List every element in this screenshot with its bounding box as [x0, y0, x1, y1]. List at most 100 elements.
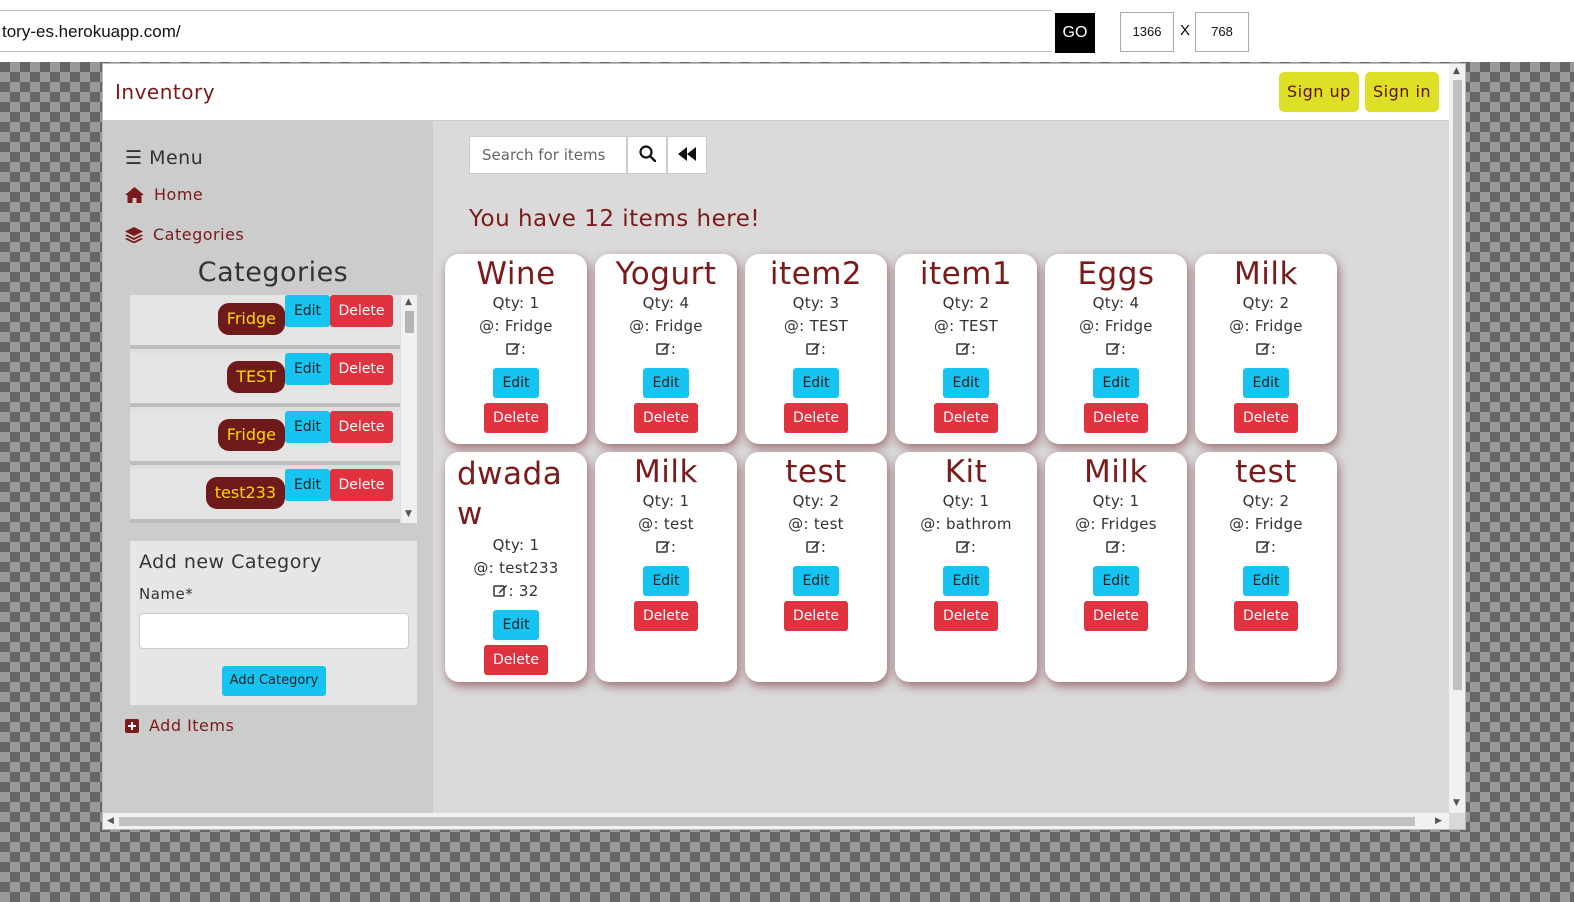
signin-button[interactable]: Sign in: [1365, 72, 1440, 112]
scroll-up-icon[interactable]: ▲: [405, 297, 412, 307]
edit-category-button[interactable]: Edit: [285, 469, 330, 501]
category-badge[interactable]: TEST: [227, 361, 285, 393]
page-horizontal-scrollbar[interactable]: ◀ ▶: [103, 813, 1449, 829]
scroll-down-icon[interactable]: ▼: [1453, 798, 1460, 808]
item-note: :: [1270, 340, 1277, 358]
delete-item-button[interactable]: Delete: [934, 601, 998, 631]
sidebar-item-add-items[interactable]: Add Items: [125, 716, 234, 735]
category-name-input[interactable]: [139, 613, 409, 649]
at-icon: @: [473, 559, 489, 577]
delete-category-button[interactable]: Delete: [330, 353, 393, 385]
item-location-line: @: test: [745, 513, 887, 536]
scroll-right-icon[interactable]: ▶: [1435, 816, 1442, 826]
delete-item-button[interactable]: Delete: [634, 601, 698, 631]
item-qty: Qty: 4: [642, 294, 690, 312]
edit-note-icon: [956, 538, 971, 556]
sidebar-item-home[interactable]: Home: [125, 185, 203, 204]
go-button[interactable]: GO: [1055, 13, 1095, 53]
item-qty: Qty: 1: [942, 492, 990, 510]
scroll-thumb[interactable]: [1453, 80, 1462, 690]
delete-item-button[interactable]: Delete: [784, 403, 848, 433]
item-qty: Qty: 2: [792, 492, 840, 510]
edit-item-button[interactable]: Edit: [493, 368, 539, 398]
edit-item-button[interactable]: Edit: [1243, 368, 1289, 398]
category-badge[interactable]: Fridge: [217, 419, 285, 451]
categories-title: Categories: [197, 257, 349, 288]
item-name: Yogurt: [615, 256, 717, 292]
item-note: :: [1270, 538, 1277, 556]
edit-item-button[interactable]: Edit: [643, 566, 689, 596]
delete-item-button[interactable]: Delete: [484, 403, 548, 433]
scroll-down-icon[interactable]: ▼: [405, 509, 412, 519]
edit-item-button[interactable]: Edit: [493, 610, 539, 640]
delete-item-button[interactable]: Delete: [1084, 601, 1148, 631]
item-location-line: @: TEST: [895, 315, 1037, 338]
item-note-line: :: [895, 338, 1037, 361]
reset-button[interactable]: [667, 136, 707, 174]
delete-item-button[interactable]: Delete: [1084, 403, 1148, 433]
delete-item-button[interactable]: Delete: [1234, 403, 1298, 433]
edit-item-button[interactable]: Edit: [943, 566, 989, 596]
item-note-line: :: [745, 536, 887, 559]
scroll-up-icon[interactable]: ▲: [1453, 66, 1460, 76]
item-qty: Qty: 1: [492, 294, 540, 312]
item-location: : Fridge: [1244, 317, 1303, 335]
item-location: : bathrom: [935, 515, 1012, 533]
edit-note-icon: [806, 538, 821, 556]
category-row: Fridge Edit Delete: [130, 295, 400, 349]
delete-item-button[interactable]: Delete: [784, 601, 848, 631]
edit-item-button[interactable]: Edit: [793, 368, 839, 398]
item-location: : Fridge: [1244, 515, 1303, 533]
item-qty: Qty: 2: [1242, 492, 1290, 510]
page-vertical-scrollbar[interactable]: ▲ ▼: [1449, 64, 1465, 813]
category-badge[interactable]: test233: [205, 477, 285, 509]
edit-item-button[interactable]: Edit: [643, 368, 689, 398]
delete-item-button[interactable]: Delete: [634, 403, 698, 433]
edit-item-button[interactable]: Edit: [1093, 368, 1139, 398]
width-input[interactable]: 1366: [1120, 12, 1174, 52]
delete-category-button[interactable]: Delete: [330, 411, 393, 443]
category-row: TEST Edit Delete: [130, 353, 400, 407]
edit-note-icon: [806, 340, 821, 358]
edit-item-button[interactable]: Edit: [1243, 566, 1289, 596]
sidebar-item-label: Home: [154, 185, 204, 204]
delete-category-button[interactable]: Delete: [330, 295, 393, 327]
category-list: Fridge Edit Delete TEST Edit Delete Frid…: [130, 295, 417, 523]
category-list-scrollbar[interactable]: ▲ ▼: [401, 295, 417, 523]
edit-item-button[interactable]: Edit: [943, 368, 989, 398]
height-input[interactable]: 768: [1195, 12, 1249, 52]
delete-item-button[interactable]: Delete: [934, 403, 998, 433]
item-location-line: @: Fridge: [1195, 513, 1337, 536]
add-category-button[interactable]: Add Category: [222, 666, 326, 696]
name-label: Name*: [139, 585, 194, 603]
delete-item-button[interactable]: Delete: [1234, 601, 1298, 631]
search-icon: [638, 144, 656, 166]
menu-toggle[interactable]: ☰ Menu: [125, 147, 203, 169]
search-input[interactable]: Search for items: [469, 136, 627, 174]
edit-item-button[interactable]: Edit: [1093, 566, 1139, 596]
edit-category-button[interactable]: Edit: [285, 353, 330, 385]
delete-category-button[interactable]: Delete: [330, 469, 393, 501]
item-note-line: :: [595, 338, 737, 361]
edit-category-button[interactable]: Edit: [285, 295, 330, 327]
category-badge[interactable]: Fridge: [217, 303, 285, 335]
edit-item-button[interactable]: Edit: [793, 566, 839, 596]
item-location-line: @: Fridge: [445, 315, 587, 338]
item-note: :: [1120, 340, 1127, 358]
item-card: item1 Qty: 2 @: TEST : Edit Delete: [895, 254, 1037, 444]
item-location-line: @: bathrom: [895, 513, 1037, 536]
url-input[interactable]: tory-es.herokuapp.com/: [0, 10, 1052, 52]
scroll-left-icon[interactable]: ◀: [107, 816, 114, 826]
scroll-thumb[interactable]: [119, 817, 1415, 826]
edit-category-button[interactable]: Edit: [285, 411, 330, 443]
brand-logo[interactable]: Inventory: [115, 80, 215, 104]
search-button[interactable]: [627, 136, 667, 174]
item-note-line: :: [595, 536, 737, 559]
edit-note-icon: [1256, 538, 1271, 556]
delete-item-button[interactable]: Delete: [484, 645, 548, 675]
scroll-thumb[interactable]: [405, 311, 414, 333]
signup-button[interactable]: Sign up: [1279, 72, 1359, 112]
item-card: test Qty: 2 @: Fridge : Edit Delete: [1195, 452, 1337, 682]
sidebar-item-categories[interactable]: Categories: [125, 225, 244, 244]
at-icon: @: [1229, 317, 1245, 335]
